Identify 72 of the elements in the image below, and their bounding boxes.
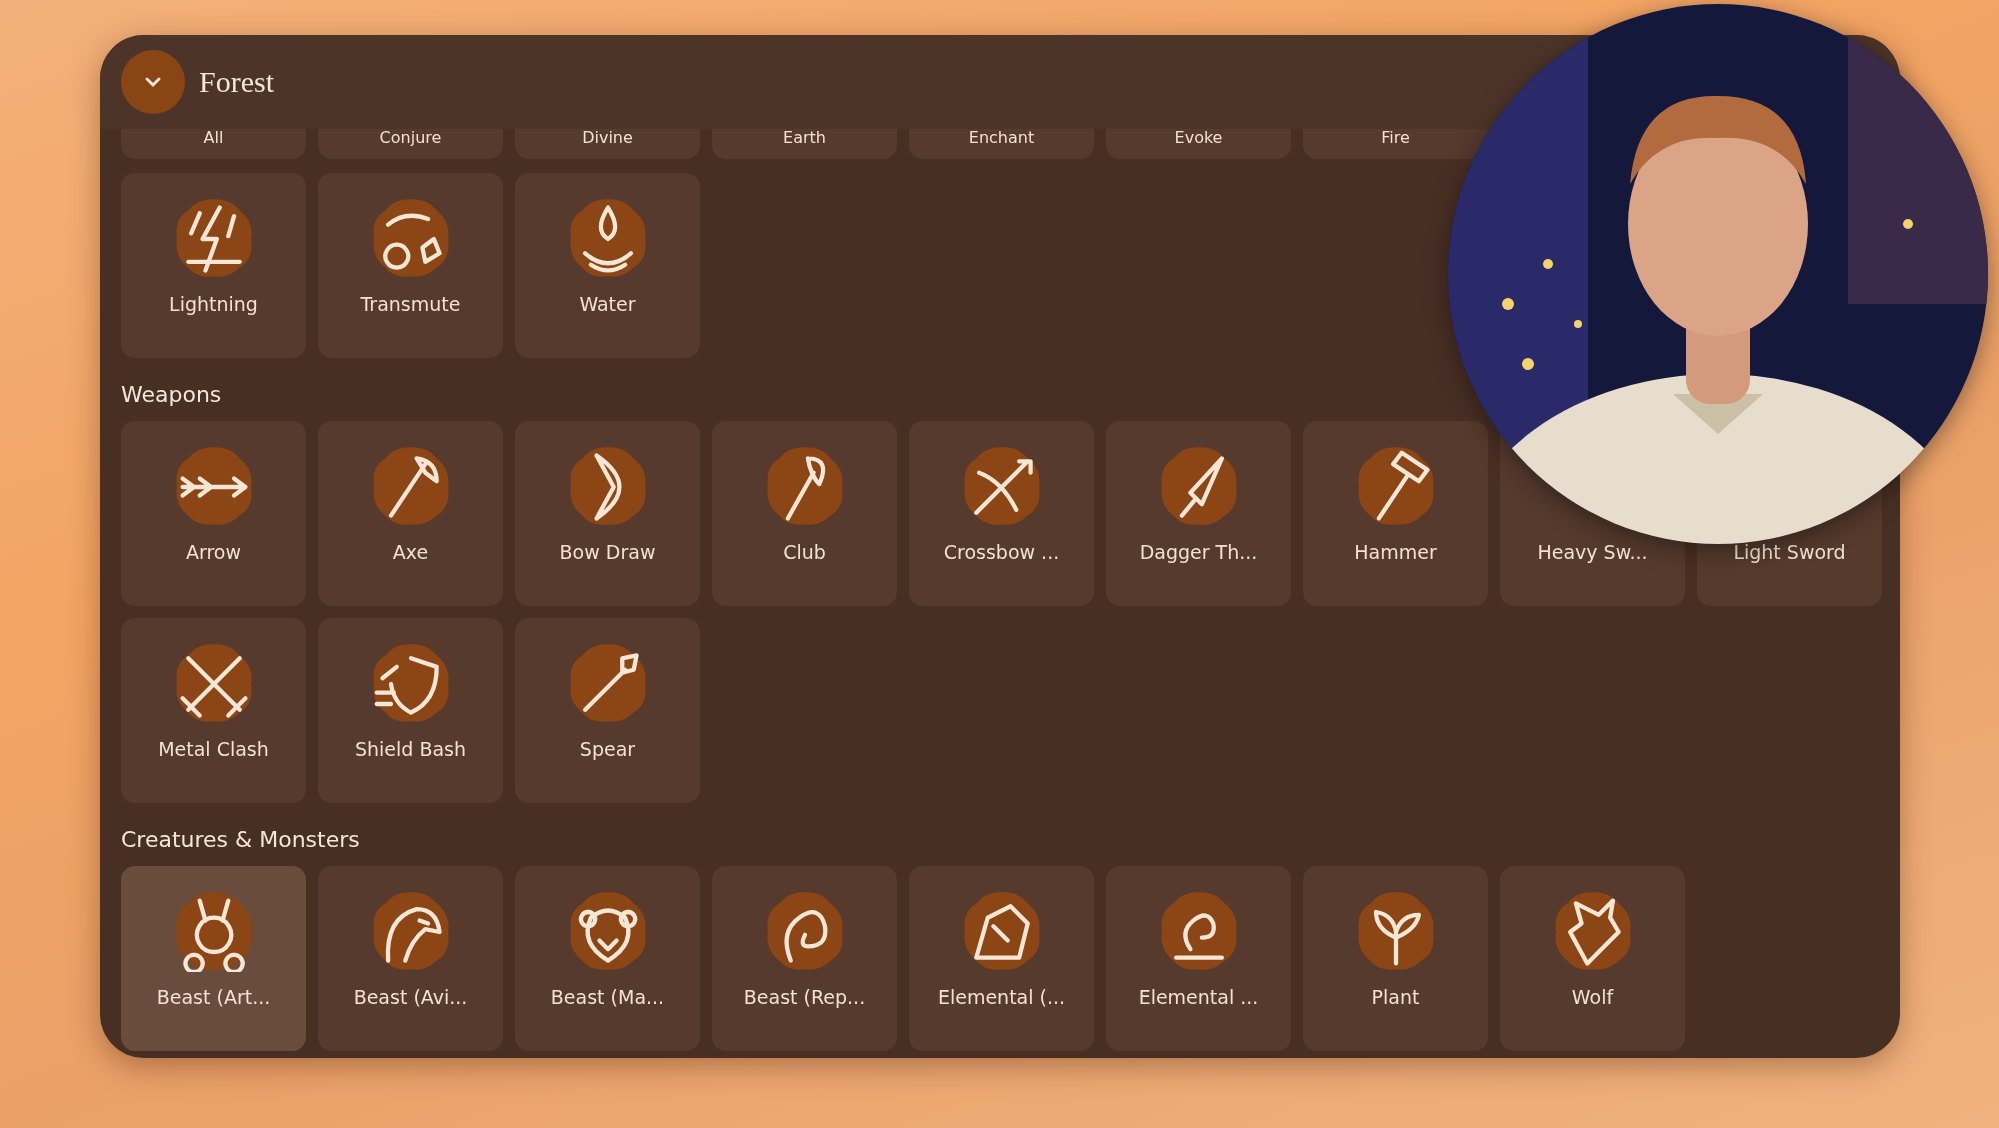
sound-card[interactable]: Water — [515, 173, 700, 358]
panel-title: Forest — [199, 65, 274, 99]
sound-label: Transmute — [360, 293, 461, 315]
sound-label: Metal Clash — [158, 738, 269, 760]
sound-label[interactable]: Light Sword — [1733, 541, 1846, 563]
sound-label: Elemental ... — [1138, 986, 1259, 1008]
sound-label: Plant — [1371, 986, 1420, 1008]
sound-label: Club — [783, 541, 826, 563]
sound-card[interactable]: All — [121, 129, 306, 159]
shield-icon — [370, 644, 451, 724]
droplet-icon — [567, 199, 648, 279]
sound-label: Beast (Rep... — [743, 986, 866, 1008]
sound-card[interactable]: Beast (Art... — [121, 866, 306, 1051]
hammer-icon — [1355, 447, 1436, 527]
plant-icon — [1355, 892, 1436, 972]
sound-label: Crossbow ... — [943, 541, 1060, 563]
sound-label: Shield Bash — [354, 738, 467, 760]
sound-card[interactable]: Shield Bash — [318, 618, 503, 803]
dagger-icon — [1158, 447, 1239, 527]
sound-card[interactable]: Elemental (... — [909, 866, 1094, 1051]
sound-card[interactable]: Spear — [515, 618, 700, 803]
sound-card[interactable]: Beast (Ma... — [515, 866, 700, 1051]
sound-label: Beast (Ma... — [550, 986, 665, 1008]
bear-icon — [567, 892, 648, 972]
eagle-icon — [370, 892, 451, 972]
sound-card[interactable]: Enchant — [909, 129, 1094, 159]
club-icon — [764, 447, 845, 527]
sound-card[interactable]: Arrow — [121, 421, 306, 606]
sound-label: Beast (Avi... — [353, 986, 468, 1008]
sound-label: Axe — [392, 541, 429, 563]
sound-label: Wolf — [1571, 986, 1614, 1008]
sound-card[interactable]: Axe — [318, 421, 503, 606]
rock-icon — [961, 892, 1042, 972]
sound-card[interactable]: Transmute — [318, 173, 503, 358]
crossbow-icon — [961, 447, 1042, 527]
lightning-icon — [173, 199, 254, 279]
sound-card[interactable]: Dagger Th... — [1106, 421, 1291, 606]
sound-label: Elemental (... — [937, 986, 1066, 1008]
sound-card[interactable]: Club — [712, 421, 897, 606]
sound-card[interactable]: Evoke — [1106, 129, 1291, 159]
spear-icon — [567, 644, 648, 724]
sound-label: Arrow — [185, 541, 241, 563]
sound-card[interactable]: Wolf — [1500, 866, 1685, 1051]
section-heading: Creatures & Monsters — [121, 827, 361, 852]
sound-label: Lightning — [169, 293, 258, 315]
sound-card[interactable]: Crossbow ... — [909, 421, 1094, 606]
swirl-icon — [1158, 892, 1239, 972]
section-heading: Weapons — [121, 382, 223, 407]
axe-icon — [370, 447, 451, 527]
sound-card[interactable]: Earth — [712, 129, 897, 159]
sound-card[interactable]: Divine — [515, 129, 700, 159]
sound-card[interactable]: Metal Clash — [121, 618, 306, 803]
bow-icon — [567, 447, 648, 527]
sound-card[interactable]: Beast (Rep... — [712, 866, 897, 1051]
sound-card[interactable]: Elemental ... — [1106, 866, 1291, 1051]
sound-card[interactable]: Bow Draw — [515, 421, 700, 606]
sound-label: Dagger Th... — [1139, 541, 1258, 563]
sound-label: Hammer — [1354, 541, 1437, 563]
sound-label: Spear — [579, 738, 636, 760]
sound-label: Water — [579, 293, 636, 315]
sound-label: Bow Draw — [559, 541, 656, 563]
arrow-icon — [173, 447, 254, 527]
sound-card[interactable]: Plant — [1303, 866, 1488, 1051]
sound-card[interactable]: Hammer — [1303, 421, 1488, 606]
sound-card[interactable]: Beast (Avi... — [318, 866, 503, 1051]
sound-card[interactable]: Lightning — [121, 173, 306, 358]
crossed-swords-icon — [173, 644, 254, 724]
sound-label[interactable]: Heavy Sw... — [1537, 541, 1648, 563]
sound-label: Beast (Art... — [156, 986, 271, 1008]
sound-card[interactable]: Fire — [1303, 129, 1488, 159]
sound-card[interactable]: Conjure — [318, 129, 503, 159]
chevron-down-icon — [144, 76, 162, 88]
